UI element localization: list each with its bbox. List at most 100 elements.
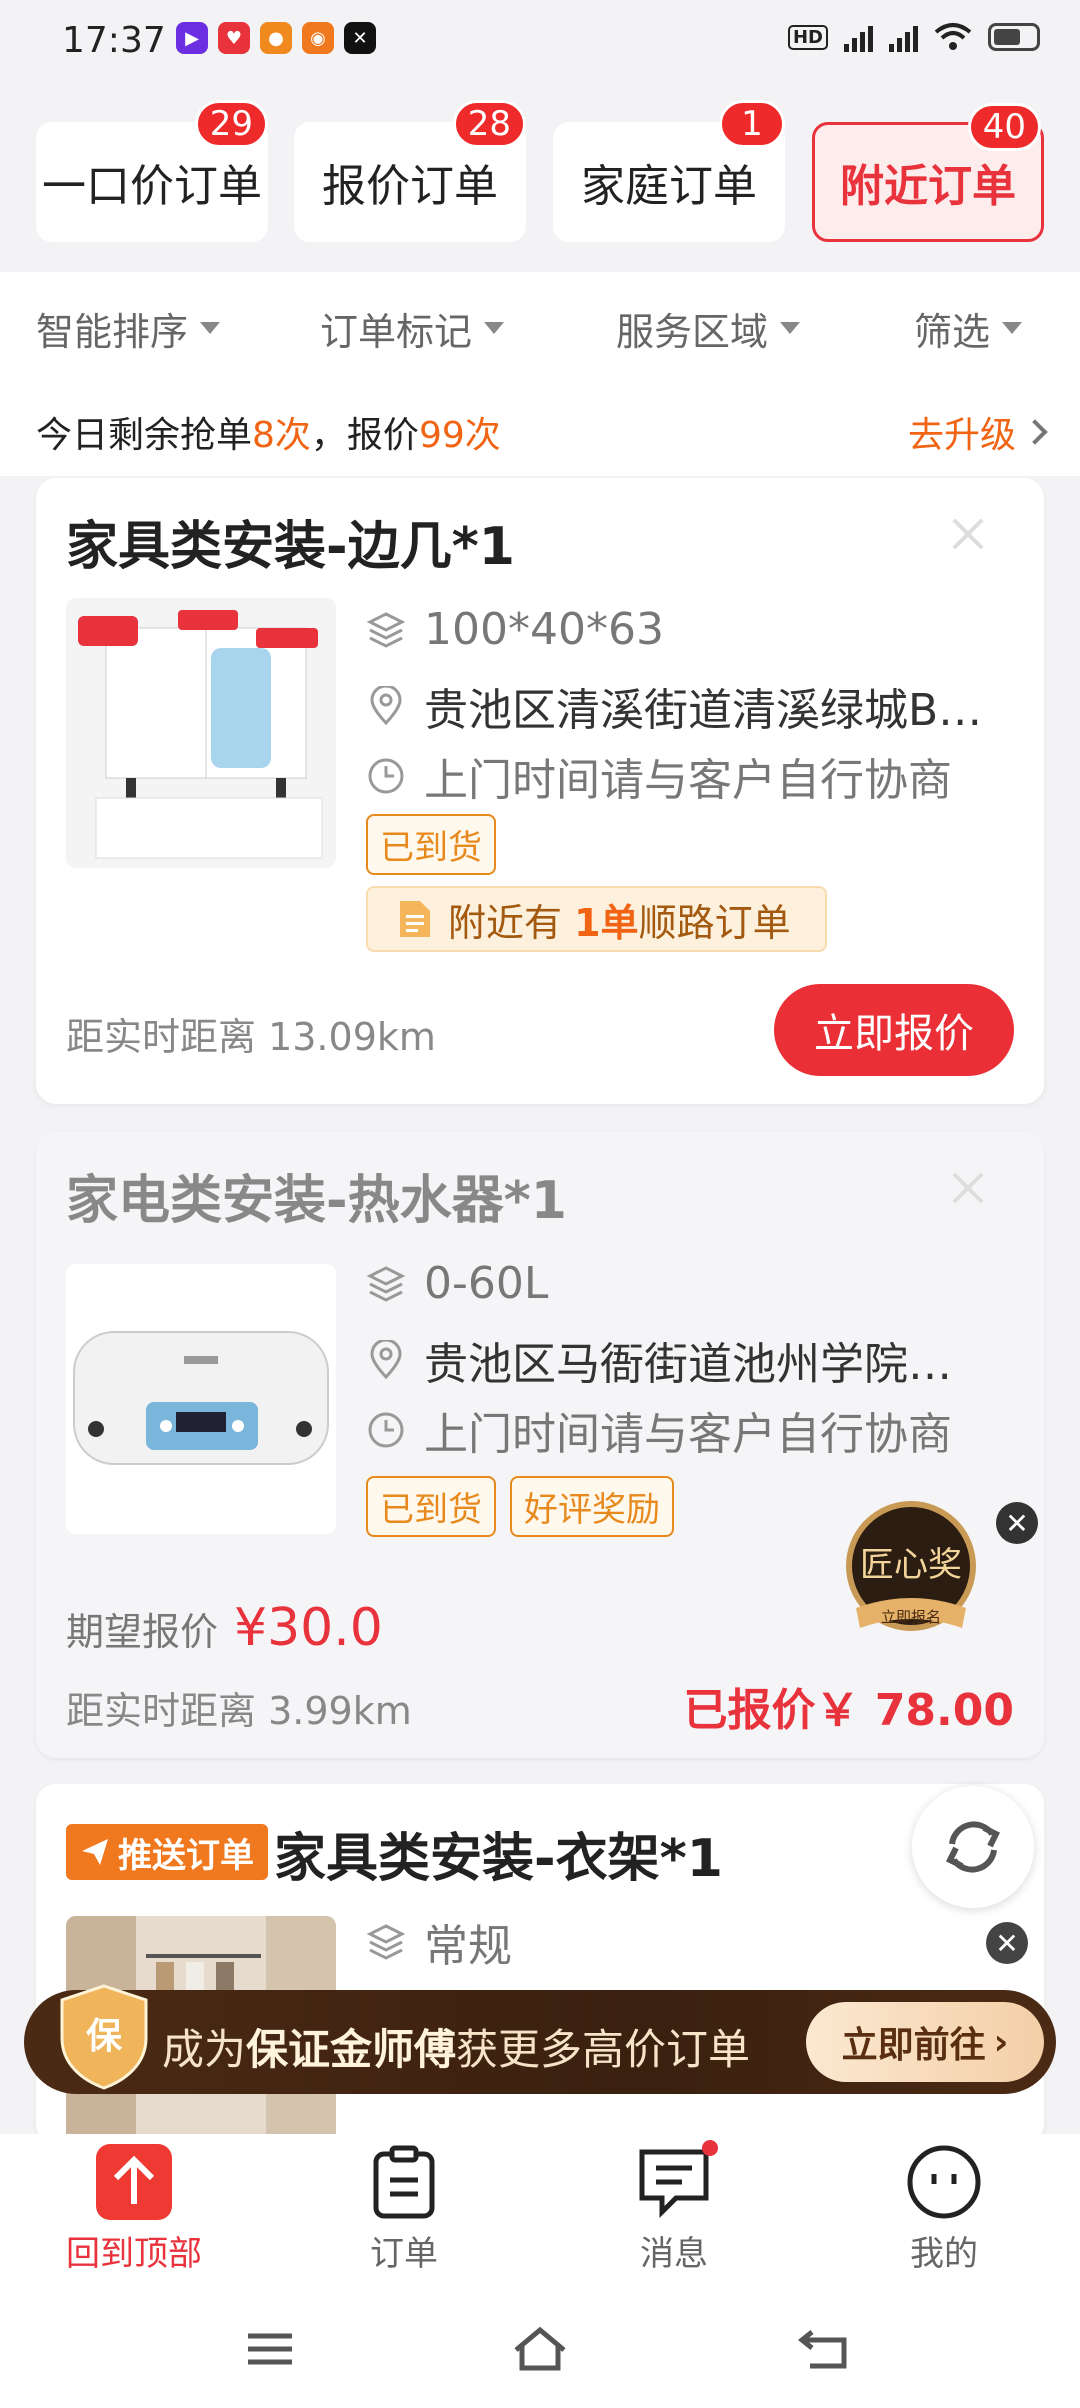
tab-fixed-price[interactable]: 一口价订单 29 [36,100,268,242]
wifi-icon [934,23,972,50]
close-banner-icon[interactable]: ✕ [986,1922,1028,1964]
spec-row: 常规 [366,1910,512,1974]
layers-icon [366,1924,406,1960]
document-icon [400,901,430,937]
push-tag-label: 推送订单 [118,1835,254,1876]
filter-label: 服务区域 [616,309,769,354]
caret-down-icon [780,322,801,334]
shield-icon: 保 [60,1984,148,2090]
nav-profile[interactable]: 我的 [844,2144,1044,2275]
location-pin-icon [370,1340,402,1380]
go-now-button[interactable]: 立即前往 › [806,2002,1044,2082]
nav-back-to-top[interactable]: 回到顶部 [34,2144,234,2275]
game-app-icon: ● [260,22,292,54]
craftsman-award-icon: 匠心奖 立即报名 [846,1501,976,1631]
deposit-master-banner[interactable]: 保 成为保证金师傅获更多高价订单 立即前往 › [24,1984,1056,2094]
craftsman-award-badge[interactable]: 匠心奖 立即报名 [836,1498,986,1648]
side-table-image [66,598,336,868]
address-row: 贵池区清溪街道清溪绿城B… [366,674,982,738]
hd-icon: HD [787,24,828,50]
expected-price: 期望报价 ¥30.0 [66,1598,383,1658]
good-review-tag: 好评奖励 [510,1476,674,1537]
location-pin-icon [370,686,402,726]
order-title: 家具类安装-衣架*1 [274,1829,723,1889]
tab-label: 报价订单 [322,161,498,212]
quote-now-button[interactable]: 立即报价 [774,984,1014,1076]
filter-smart-sort[interactable]: 智能排序 [36,301,221,356]
refresh-icon [945,1821,1001,1873]
mascot-app-icon: ◉ [302,22,334,54]
capcut-app-icon: ✕ [344,22,376,54]
quota-middle: ，报价 [310,415,419,456]
time-text: 上门时间请与客户自行协商 [424,755,952,806]
nav-label: 订单 [370,2234,438,2274]
tab-label: 家庭订单 [581,161,757,212]
nav-orders[interactable]: 订单 [304,2144,504,2275]
arrow-up-icon [96,2144,172,2220]
quota-prefix: 今日剩余抢单 [36,415,253,456]
chevron-right-icon: › [993,2021,1009,2063]
5g-signal-icon [889,22,918,52]
time-row: 上门时间请与客户自行协商 [366,1398,952,1462]
distance-text: 距实时距离 3.99km [66,1689,412,1733]
tab-quote[interactable]: 报价订单 28 [294,100,526,242]
banner-post: 获更多高价订单 [456,2025,751,2074]
close-icon[interactable] [948,1168,988,1208]
route-suffix: 顺路订单 [638,900,791,945]
count-badge: 40 [967,103,1041,151]
address-text: 贵池区清溪街道清溪绿城B… [424,685,983,736]
expected-price-value: ¥30.0 [234,1598,383,1658]
spec-text: 0-60L [424,1258,549,1309]
quoted-price: 已报价￥ 78.00 [683,1685,1015,1736]
nav-label: 回到顶部 [66,2234,202,2274]
order-title: 家电类安装-热水器*1 [66,1171,567,1231]
status-time: 17:37 [62,20,166,61]
system-navigation-bar [0,2284,1080,2408]
banner-text: 成为保证金师傅获更多高价订单 [162,2016,750,2077]
tab-nearby[interactable]: 附近订单 40 [812,103,1044,242]
quota-text: 今日剩余抢单8次，报价99次 [36,406,501,458]
order-card[interactable]: 家具类安装-边几*1 100*40*63 贵池区清溪街道清溪绿城B… 上门时间请… [36,478,1044,1104]
arrived-tag: 已到货 [366,1476,496,1537]
caret-down-icon [200,322,221,334]
back-icon[interactable] [794,2324,854,2374]
caret-down-icon [484,322,505,334]
route-orders-chip[interactable]: 附近有 1单顺路订单 [366,886,827,952]
order-card[interactable]: 家电类安装-热水器*1 0-60L 贵池区马衙街道池州学院… 上门时间请与客户自… [36,1132,1044,1758]
nav-label: 我的 [910,2234,978,2274]
home-icon[interactable] [510,2324,570,2374]
banner-bold: 保证金师傅 [246,2025,457,2074]
filter-service-area[interactable]: 服务区域 [616,301,801,356]
refresh-button[interactable] [912,1786,1034,1908]
time-text: 上门时间请与客户自行协商 [424,1409,952,1460]
close-icon[interactable] [948,514,988,554]
count-badge: 29 [194,100,268,148]
nav-messages[interactable]: 消息 [574,2140,774,2275]
upgrade-link[interactable]: 去升级 [907,406,1048,458]
filter-order-mark[interactable]: 订单标记 [320,301,505,356]
push-order-tag: 推送订单 [66,1824,268,1880]
filter-label: 订单标记 [320,309,473,354]
video-app-icon: ▶ [176,22,208,54]
menu-icon[interactable] [240,2324,300,2374]
award-label: 匠心奖 [860,1545,962,1585]
layers-icon [366,1265,406,1302]
daily-quota-bar: 今日剩余抢单8次，报价99次 去升级 [0,384,1080,476]
award-cta: 立即报名 [881,1608,941,1626]
distance-text: 距实时距离 13.09km [66,1015,436,1059]
tab-label: 一口价订单 [42,161,262,212]
clock-icon [368,1412,404,1448]
notification-icons: ▶ ♥ ● ◉ ✕ [176,22,376,54]
unread-dot [702,2140,718,2156]
address-text: 贵池区马衙街道池州学院… [424,1339,952,1390]
battery-icon [988,23,1040,51]
order-title: 家具类安装-边几*1 [66,517,515,577]
filter-more[interactable]: 筛选 [914,301,1023,356]
upgrade-label: 去升级 [907,415,1016,456]
tab-family[interactable]: 家庭订单 1 [553,100,785,242]
filter-label: 筛选 [914,309,991,354]
spec-text: 常规 [424,1921,512,1972]
clock-icon [368,758,404,794]
route-prefix: 附近有 [448,900,563,945]
close-award-icon[interactable]: ✕ [996,1502,1038,1544]
